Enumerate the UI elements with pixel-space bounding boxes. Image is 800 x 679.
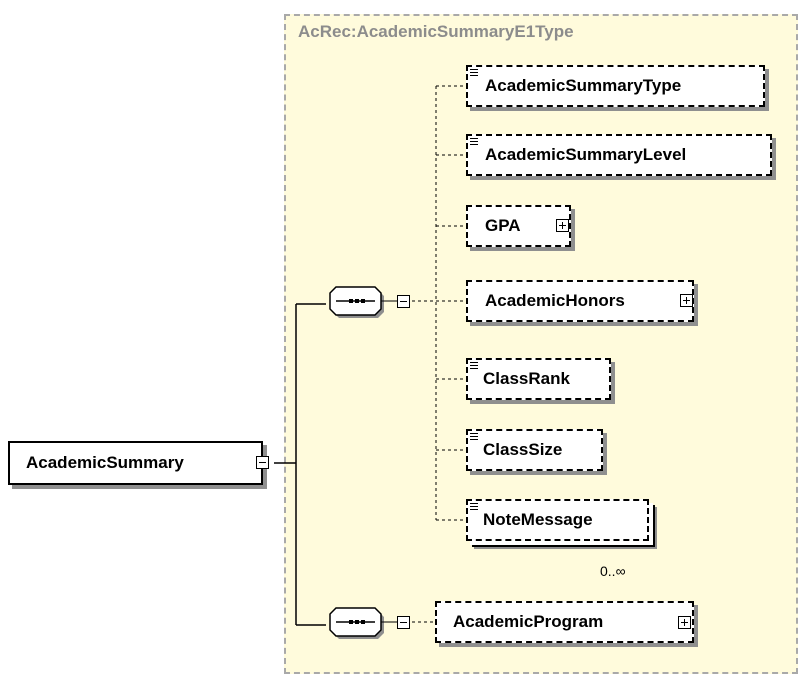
expand-icon[interactable] — [556, 219, 569, 232]
text-content-icon — [470, 503, 478, 510]
sequence-compositor-2 — [329, 607, 384, 639]
expand-icon[interactable] — [680, 294, 693, 307]
text-content-icon — [470, 433, 478, 440]
element-label: ClassSize — [483, 440, 563, 459]
element-label: AcademicSummaryLevel — [485, 145, 687, 164]
collapse-icon[interactable] — [397, 616, 410, 629]
text-content-icon — [470, 69, 478, 76]
root-element-label: AcademicSummary — [26, 453, 184, 472]
sequence-compositor-1 — [329, 286, 384, 318]
text-content-icon — [470, 138, 478, 145]
text-content-icon — [470, 362, 478, 369]
element-label: AcademicProgram — [453, 612, 604, 631]
collapse-icon[interactable] — [256, 456, 269, 469]
collapse-icon[interactable] — [397, 295, 410, 308]
element-label: AcademicHonors — [485, 291, 625, 310]
expand-icon[interactable] — [678, 616, 691, 629]
element-label: NoteMessage — [483, 510, 593, 529]
element-label: AcademicSummaryType — [485, 76, 682, 95]
element-label: ClassRank — [483, 369, 570, 388]
element-label: GPA — [485, 216, 521, 235]
occurrence-label: 0..∞ — [600, 563, 626, 579]
